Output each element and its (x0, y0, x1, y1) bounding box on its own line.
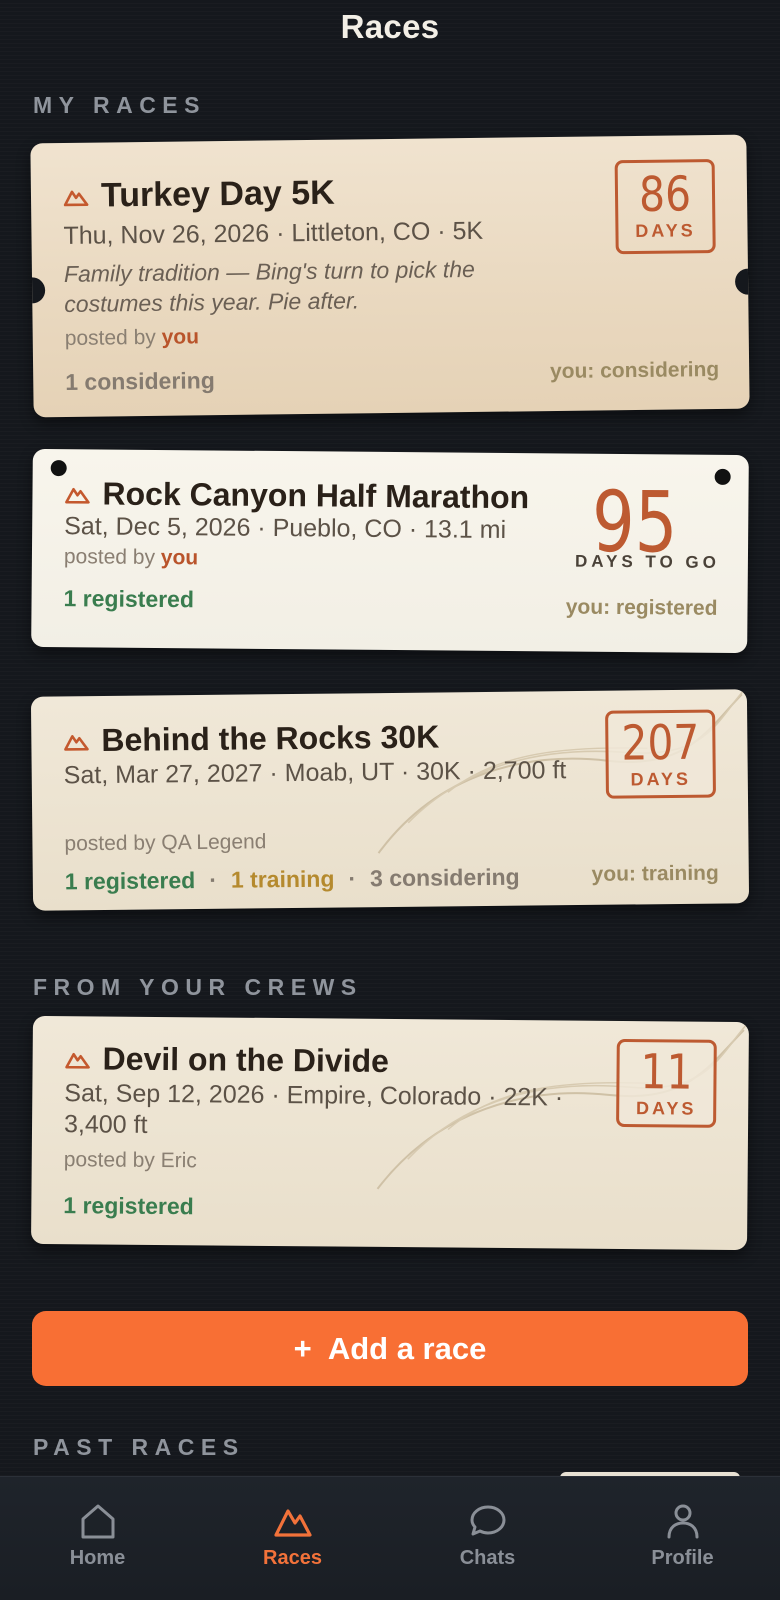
ticket-notch (734, 268, 750, 295)
pin-hole (714, 468, 731, 485)
race-meta: Sat, Sep 12, 2026 · Empire, Colorado · 2… (63, 1079, 564, 1139)
posted-by: posted by you (63, 545, 199, 570)
race-title: Behind the Rocks 30K (101, 718, 440, 759)
race-meta: Thu, Nov 26, 2026 · Littleton, CO · 5K (63, 216, 484, 250)
tab-home[interactable]: Home (0, 1477, 195, 1600)
status-separator: · (209, 866, 218, 893)
status-considering: 3 considering (369, 863, 520, 892)
race-card-rock-canyon[interactable]: Rock Canyon Half Marathon Sat, Dec 5, 20… (31, 448, 749, 654)
your-status: you: considering (549, 357, 720, 384)
add-race-label: Add a race (327, 1331, 487, 1366)
section-my-races: MY RACES (33, 92, 206, 118)
home-icon (81, 1504, 114, 1539)
days-to-go-label: DAYS TO GO (574, 551, 720, 572)
race-title: Devil on the Divide (102, 1040, 390, 1079)
race-card-behind-the-rocks[interactable]: Behind the Rocks 30K Sat, Mar 27, 2027 ·… (30, 689, 750, 911)
mountain-icon (64, 734, 89, 751)
days-countdown: 86 DAYS (614, 159, 716, 255)
posted-by: posted by QA Legend (64, 830, 267, 856)
status-separator: · (348, 865, 357, 892)
race-meta: Sat, Mar 27, 2027 · Moab, UT · 30K · 2,7… (63, 756, 567, 790)
your-status: you: training (591, 861, 719, 886)
race-title: Turkey Day 5K (100, 173, 335, 215)
race-title: Rock Canyon Half Marathon (102, 475, 530, 516)
tab-races[interactable]: Races (195, 1477, 390, 1600)
mountain-icon (63, 190, 89, 206)
mountain-icon (273, 1509, 312, 1537)
pin-hole (50, 460, 67, 477)
person-icon (667, 1504, 698, 1539)
status-registered: 1 registered (63, 1192, 194, 1220)
section-past-races: PAST RACES (33, 1434, 245, 1460)
race-card-turkey-day[interactable]: Turkey Day 5K Thu, Nov 26, 2026 · Little… (30, 134, 750, 418)
plus-icon: + (293, 1331, 312, 1366)
days-countdown: 207 DAYS (605, 709, 716, 799)
page-title: Races (340, 8, 440, 45)
status-registered: 1 registered (64, 867, 196, 895)
chat-bubble-icon (470, 1505, 505, 1536)
posted-by: posted by you (64, 325, 200, 350)
status-training: 1 training (230, 865, 335, 893)
race-meta: Sat, Dec 5, 2026 · Pueblo, CO · 13.1 mi (64, 512, 507, 545)
your-status: you: registered (565, 595, 718, 620)
tab-chats[interactable]: Chats (390, 1477, 585, 1600)
status-considering: 1 considering (65, 367, 215, 395)
add-race-button[interactable]: + Add a race (32, 1311, 748, 1386)
tab-bar: Home Races Chats Profile (0, 1476, 780, 1600)
posted-by: posted by Eric (63, 1148, 197, 1173)
race-card-devil-on-the-divide[interactable]: Devil on the Divide Sat, Sep 12, 2026 · … (31, 1015, 749, 1251)
section-from-your-crews: FROM YOUR CREWS (33, 974, 363, 1000)
days-countdown: 11 DAYS (616, 1038, 717, 1128)
ticket-notch (30, 277, 46, 304)
race-note: Family tradition — Bing's turn to pick t… (63, 255, 475, 317)
status-registered: 1 registered (63, 585, 195, 613)
tab-profile[interactable]: Profile (585, 1477, 780, 1600)
mountain-icon (65, 487, 90, 504)
mountain-icon (65, 1052, 90, 1069)
